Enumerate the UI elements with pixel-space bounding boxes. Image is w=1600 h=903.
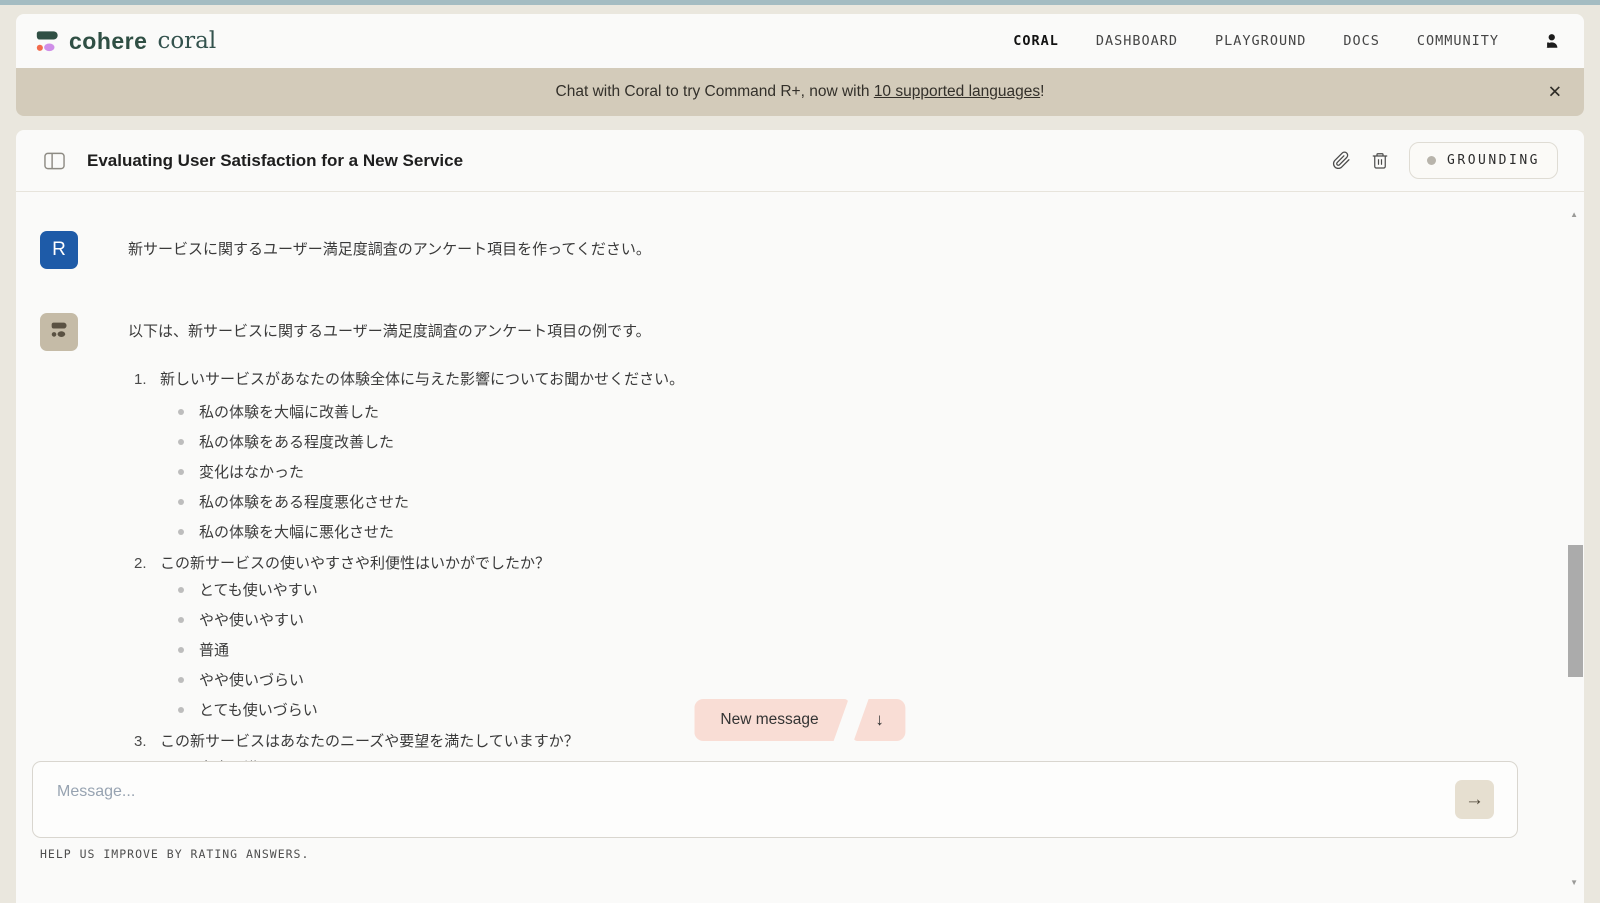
banner-close-icon[interactable]: ✕ [1548,84,1562,101]
announcement-banner: Chat with Coral to try Command R+, now w… [16,68,1584,116]
main-nav: CORAL DASHBOARD PLAYGROUND DOCS COMMUNIT… [1013,32,1560,50]
logo-text-coral: coral [157,28,216,54]
user-message: R 新サービスに関するユーザー満足度調査のアンケート項目を作ってください。 [40,231,1562,269]
list-item: 私の体験をある程度悪化させた [178,493,1562,510]
list-item: とても使いやすい [178,581,1562,598]
toggle-sidebar-icon[interactable] [44,152,65,170]
attach-file-icon[interactable] [1332,151,1351,170]
chat-header: Evaluating User Satisfaction for a New S… [16,130,1584,192]
new-message-controls: New message ↓ [694,699,905,741]
grounding-button[interactable]: GROUNDING [1409,142,1558,179]
grounding-status-dot [1427,156,1436,165]
nav-item-playground[interactable]: PLAYGROUND [1215,33,1306,49]
send-arrow-icon: → [1465,789,1484,811]
banner-text-after: ! [1040,83,1044,100]
cohere-logo-icon [34,28,61,55]
scrollbar-thumb[interactable] [1568,545,1583,677]
list-item: 変化はなかった [178,463,1562,480]
top-navigation-bar: cohere coral CORAL DASHBOARD PLAYGROUND … [16,14,1584,68]
question-text: この新サービスの使いやすさや利便性はいかがでしたか？ [160,553,550,575]
banner-text-before: Chat with Coral to try Command R+, now w… [556,83,874,100]
profile-icon[interactable] [1542,32,1560,50]
list-item: やや使いづらい [178,671,1562,688]
new-message-button[interactable]: New message [694,699,848,741]
list-item: 私の体験を大幅に悪化させた [178,523,1562,540]
assistant-intro-text: 以下は、新サービスに関するユーザー満足度調査のアンケート項目の例です。 [128,313,1562,342]
banner-link-supported-languages[interactable]: 10 supported languages [874,83,1040,100]
top-accent-strip [0,0,1600,5]
list-item: 普通 [178,641,1562,658]
user-avatar: R [40,231,78,269]
message-input[interactable] [57,778,1447,806]
grounding-label: GROUNDING [1447,153,1540,168]
list-item: 私の体験を大幅に改善した [178,403,1562,420]
nav-item-community[interactable]: COMMUNITY [1417,33,1499,49]
question-number: 1. [134,369,160,391]
banner-text: Chat with Coral to try Command R+, now w… [556,83,1045,101]
list-item: やや使いやすい [178,611,1562,628]
question-text: 新しいサービスがあなたの体験全体に与えた影響についてお聞かせください。 [160,369,684,391]
conversation-title: Evaluating User Satisfaction for a New S… [87,151,463,171]
user-message-text: 新サービスに関するユーザー満足度調査のアンケート項目を作ってください。 [128,231,651,269]
question-number: 3. [134,731,160,753]
assistant-avatar [40,313,78,351]
survey-question-1: 1. 新しいサービスがあなたの体験全体に与えた影響についてお聞かせください。 私… [78,369,1562,540]
cohere-logo[interactable]: cohere coral [34,28,216,55]
coral-avatar-icon [48,319,70,345]
question-text: この新サービスはあなたのニーズや要望を満たしていますか？ [160,731,579,753]
nav-item-coral[interactable]: CORAL [1013,33,1059,49]
survey-question-2: 2. この新サービスの使いやすさや利便性はいかがでしたか？ とても使いやすい や… [78,553,1562,718]
rating-hint-text: HELP US IMPROVE BY RATING ANSWERS. [40,847,309,861]
delete-conversation-icon[interactable] [1371,151,1389,170]
down-arrow-icon: ↓ [875,710,884,730]
list-item: 私の体験をある程度改善した [178,433,1562,450]
scrollbar-up-icon[interactable]: ▲ [1570,210,1578,219]
chat-actions: GROUNDING [1332,142,1558,179]
nav-item-dashboard[interactable]: DASHBOARD [1096,33,1178,49]
message-composer: → [32,761,1518,838]
chat-panel: Evaluating User Satisfaction for a New S… [16,130,1584,903]
scrollbar-down-icon[interactable]: ▼ [1570,878,1578,887]
nav-item-docs[interactable]: DOCS [1343,33,1380,49]
scroll-to-bottom-button[interactable]: ↓ [854,699,906,741]
question-number: 2. [134,553,160,575]
send-button[interactable]: → [1455,780,1494,819]
logo-text-cohere: cohere [69,28,147,55]
